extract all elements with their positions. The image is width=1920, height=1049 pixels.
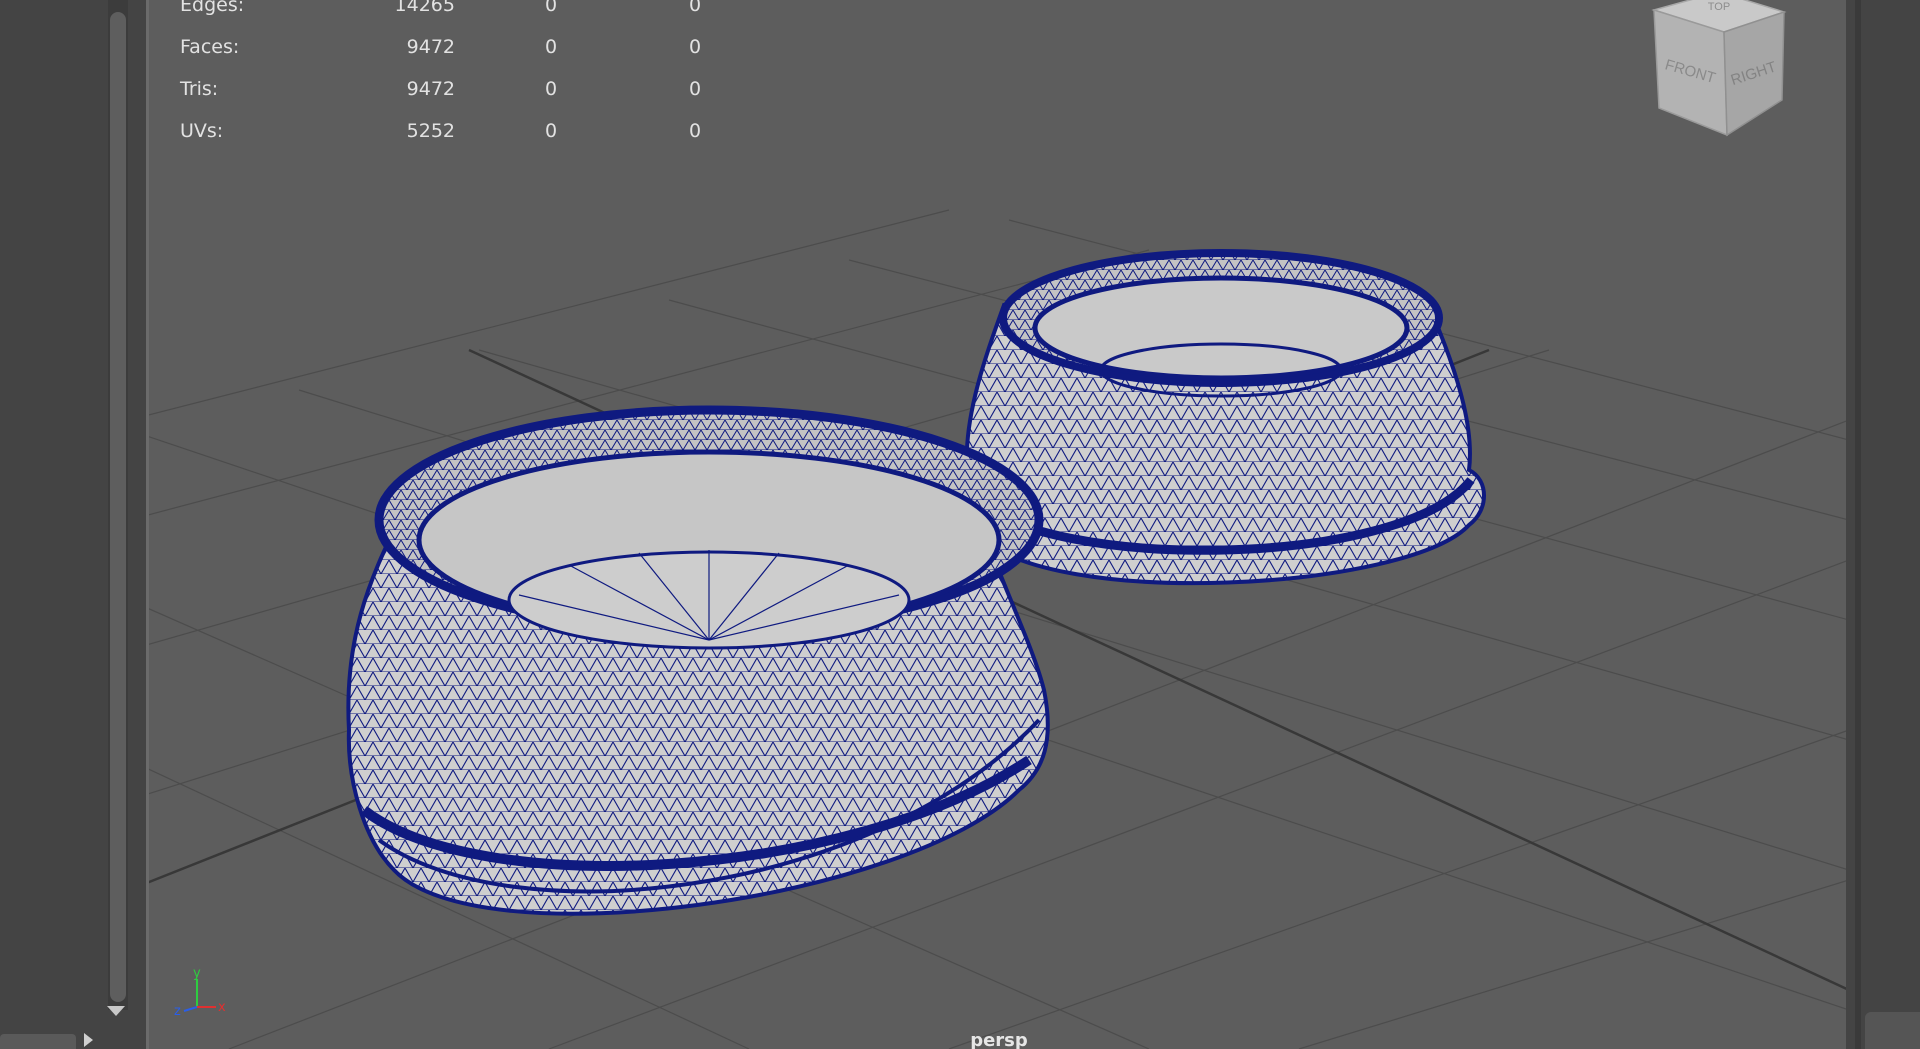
scene-canvas[interactable] (149, 0, 1846, 1049)
scroll-down-arrow-icon[interactable] (107, 1006, 125, 1016)
right-panel-tab[interactable] (1865, 1012, 1920, 1049)
hud-value: 0 (689, 36, 702, 58)
viewcube-top-label: TOP (1708, 1, 1730, 13)
viewcube-icon[interactable]: TOP FRONT RIGHT (1649, 0, 1789, 140)
poly-count-hud: Edges: 14265 0 0 Faces: 9472 0 0 Tris: 9… (175, 0, 735, 152)
right-divider (1855, 0, 1861, 1049)
hud-value: 14265 (394, 0, 455, 16)
camera-label: persp (970, 1030, 1028, 1049)
perspective-viewport[interactable]: Edges: 14265 0 0 Faces: 9472 0 0 Tris: 9… (146, 0, 1846, 1049)
hud-value: 0 (545, 36, 558, 58)
hud-row-tris: Tris: 9472 0 0 (175, 68, 735, 110)
hud-value: 0 (545, 120, 558, 142)
hud-value: 0 (689, 0, 702, 16)
hud-value: 0 (545, 0, 558, 16)
wire-bowl-front (346, 405, 1050, 916)
hud-label: Faces: (180, 36, 240, 58)
hud-label: UVs: (180, 120, 224, 142)
hud-value: 9472 (406, 36, 455, 58)
hud-value: 0 (689, 120, 702, 142)
axis-y-label: y (193, 966, 201, 981)
hud-value: 0 (545, 78, 558, 100)
axis-z-label: z (174, 1004, 181, 1019)
hud-label: Tris: (180, 78, 219, 100)
hud-row-faces: Faces: 9472 0 0 (175, 26, 735, 68)
axis-gizmo-icon: y x z (174, 966, 226, 1019)
axis-x-label: x (218, 1000, 226, 1015)
expand-right-arrow-icon[interactable] (84, 1033, 93, 1047)
hud-value: 9472 (406, 78, 455, 100)
hud-row-uvs: UVs: 5252 0 0 (175, 110, 735, 152)
hud-value: 0 (689, 78, 702, 100)
hud-label: Edges: (180, 0, 245, 16)
hud-value: 5252 (406, 120, 455, 142)
wire-bowl-back (961, 249, 1486, 586)
scrollbar-thumb[interactable] (110, 12, 126, 1002)
hud-row-edges: Edges: 14265 0 0 (175, 0, 735, 26)
panel-collapse-tab[interactable] (0, 1034, 76, 1049)
